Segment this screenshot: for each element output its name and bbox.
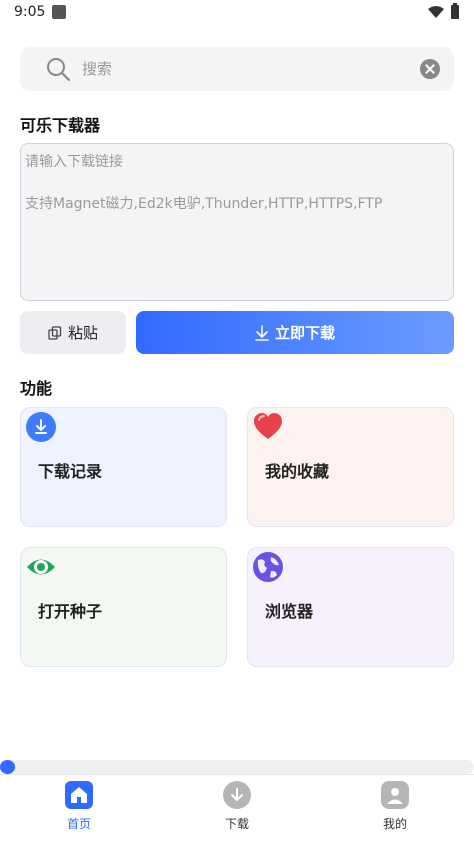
feature-card-download-history[interactable]: 下载记录: [20, 407, 227, 527]
status-bar: 9:05: [0, 0, 474, 26]
link-input[interactable]: [25, 152, 449, 292]
paste-icon: [48, 325, 62, 340]
progress-indicator: [0, 760, 15, 774]
home-icon: [65, 781, 93, 809]
nav-item-home[interactable]: 首页: [39, 781, 119, 832]
paste-button[interactable]: 粘贴: [20, 311, 126, 354]
feature-label: 下载记录: [38, 462, 103, 481]
nav-label-download: 下载: [224, 817, 249, 831]
download-circle-icon: [223, 781, 251, 809]
nav-label-profile: 我的: [382, 817, 407, 831]
download-now-label: 立即下载: [274, 324, 335, 342]
feature-card-open-torrent[interactable]: 打开种子: [20, 547, 227, 667]
status-time: 9:05: [14, 4, 46, 20]
battery-icon: [451, 3, 459, 19]
search-input[interactable]: [82, 47, 402, 91]
nav-item-download[interactable]: 下载: [197, 781, 277, 832]
download-arrow-icon: [255, 324, 269, 341]
clear-search-icon[interactable]: [420, 59, 440, 79]
progress-track: [0, 760, 474, 774]
bottom-nav: 首页 下载 我的: [0, 774, 474, 844]
download-now-button[interactable]: 立即下载: [136, 311, 454, 354]
page-title: 可乐下载器: [20, 116, 101, 135]
notification-icon: [52, 5, 66, 19]
link-input-area[interactable]: [20, 143, 454, 301]
user-icon: [381, 781, 409, 809]
heart-icon: [254, 413, 282, 439]
feature-label: 我的收藏: [265, 462, 330, 481]
features-title: 功能: [20, 379, 53, 398]
wifi-icon: [428, 6, 444, 18]
search-icon: [47, 58, 70, 81]
feature-label: 浏览器: [265, 602, 314, 621]
nav-item-profile[interactable]: 我的: [355, 781, 435, 832]
globe-icon: [253, 552, 283, 582]
nav-label-home: 首页: [66, 817, 91, 831]
feature-label: 打开种子: [38, 602, 103, 621]
eye-icon: [27, 559, 55, 575]
search-bar[interactable]: [20, 47, 454, 91]
feature-card-favorites[interactable]: 我的收藏: [247, 407, 454, 527]
download-icon: [26, 412, 56, 442]
paste-label: 粘贴: [67, 324, 98, 342]
feature-card-browser[interactable]: 浏览器: [247, 547, 454, 667]
